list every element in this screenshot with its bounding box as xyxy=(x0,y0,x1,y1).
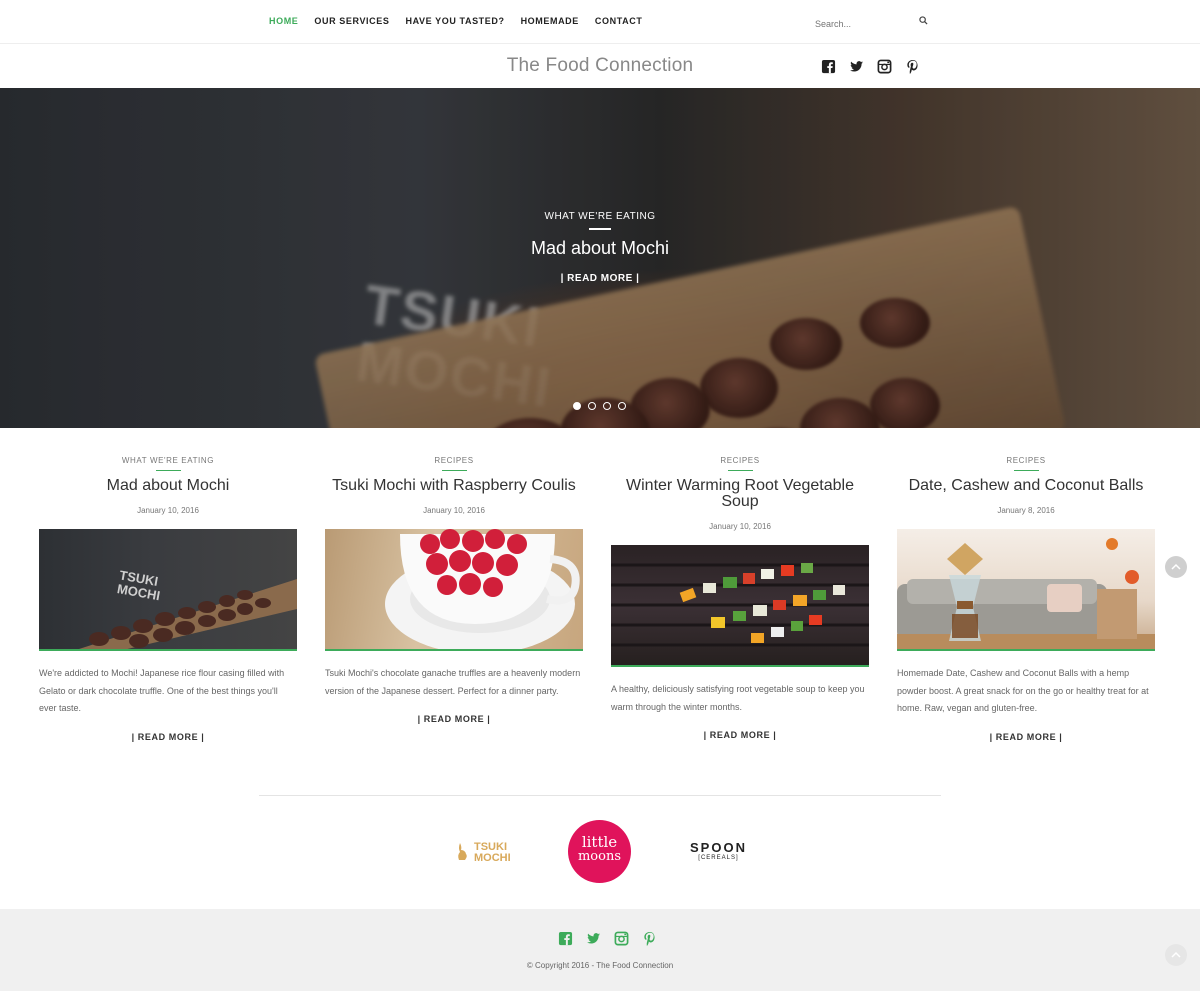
pinterest-icon[interactable] xyxy=(642,931,657,946)
chevron-up-icon xyxy=(1171,951,1181,958)
post-category[interactable]: WHAT WE'RE EATING xyxy=(39,456,297,465)
post-excerpt: We're addicted to Mochi! Japanese rice f… xyxy=(39,668,285,713)
post-category[interactable]: RECIPES xyxy=(325,456,583,465)
section-divider xyxy=(259,795,941,796)
post-title[interactable]: Date, Cashew and Coconut Balls xyxy=(897,478,1155,494)
post-image-mochi-board: TSUKI MOCHI xyxy=(79,567,297,649)
post-date: January 10, 2016 xyxy=(709,522,771,531)
hero-caption: WHAT WE'RE EATING Mad about Mochi | READ… xyxy=(0,211,1200,284)
post-excerpt: A healthy, deliciously satisfying root v… xyxy=(611,684,865,712)
read-more-button[interactable]: | READ MORE | xyxy=(39,732,297,742)
tsuki-line-2: MOCHI xyxy=(474,852,511,864)
slider-dot-4[interactable] xyxy=(618,402,626,410)
post-excerpt: Homemade Date, Cashew and Coconut Balls … xyxy=(897,668,1149,713)
site-title[interactable]: The Food Connection xyxy=(0,55,1200,77)
search-icon[interactable] xyxy=(919,16,928,25)
post-image-coffee-chemex xyxy=(897,538,1155,649)
hero-title[interactable]: Mad about Mochi xyxy=(0,238,1200,259)
twitter-icon[interactable] xyxy=(586,931,601,946)
search-box xyxy=(815,14,930,30)
post-image[interactable] xyxy=(325,529,583,651)
partner-logos: TSUKI MOCHI little moons SPOON [CEREALS] xyxy=(0,818,1200,888)
nav-item-our-services[interactable]: OUR SERVICES xyxy=(314,16,389,26)
slider-dot-1[interactable] xyxy=(573,402,581,410)
post-divider xyxy=(727,470,753,471)
spoon-line-2: [CEREALS] xyxy=(698,855,739,861)
post-card: RECIPES Date, Cashew and Coconut Balls J… xyxy=(897,450,1155,742)
hero-read-more-button[interactable]: | READ MORE | xyxy=(0,273,1200,284)
post-image-vegetable-skewers xyxy=(611,563,869,647)
slider-dot-3[interactable] xyxy=(603,402,611,410)
top-navigation: HOME OUR SERVICES HAVE YOU TASTED? HOMEM… xyxy=(0,0,1200,44)
little-moons-line-2: moons xyxy=(577,849,622,864)
scroll-up-button[interactable] xyxy=(1165,556,1187,578)
twitter-icon[interactable] xyxy=(849,59,864,74)
instagram-icon[interactable] xyxy=(877,59,892,74)
post-card: RECIPES Tsuki Mochi with Raspberry Couli… xyxy=(325,450,583,724)
post-card: RECIPES Winter Warming Root Vegetable So… xyxy=(611,450,869,740)
post-grid: WHAT WE'RE EATING Mad about Mochi Januar… xyxy=(39,450,1159,770)
post-category[interactable]: RECIPES xyxy=(897,456,1155,465)
hero-divider xyxy=(589,228,611,230)
spoon-cereals-logo[interactable]: SPOON [CEREALS] xyxy=(690,840,747,861)
copyright-text: © Copyright 2016 - The Food Connection xyxy=(526,961,674,970)
footer-social-links xyxy=(558,931,657,946)
site-header: The Food Connection xyxy=(0,45,1200,88)
facebook-icon[interactable] xyxy=(558,931,573,946)
search-input[interactable] xyxy=(815,19,915,29)
post-image[interactable] xyxy=(611,545,869,667)
hero-slider[interactable]: TSUKIMOCHI WHAT WE'RE EATING Mad about M… xyxy=(0,88,1200,428)
post-title[interactable]: Tsuki Mochi with Raspberry Coulis xyxy=(325,478,583,494)
post-card: WHAT WE'RE EATING Mad about Mochi Januar… xyxy=(39,450,297,742)
hero-category[interactable]: WHAT WE'RE EATING xyxy=(0,211,1200,222)
nav-item-homemade[interactable]: HOMEMADE xyxy=(521,16,579,26)
footer: © Copyright 2016 - The Food Connection xyxy=(0,909,1200,991)
main-menu: HOME OUR SERVICES HAVE YOU TASTED? HOMEM… xyxy=(269,16,658,26)
read-more-button[interactable]: | READ MORE | xyxy=(325,714,583,724)
post-date: January 8, 2016 xyxy=(997,506,1055,515)
post-image[interactable] xyxy=(897,529,1155,651)
post-image-raspberries xyxy=(385,529,580,649)
little-moons-logo[interactable]: little moons xyxy=(568,820,631,883)
nav-item-contact[interactable]: CONTACT xyxy=(595,16,643,26)
post-excerpt: Tsuki Mochi's chocolate ganache truffles… xyxy=(325,668,581,696)
post-divider xyxy=(441,470,467,471)
facebook-icon[interactable] xyxy=(821,59,836,74)
little-moons-line-1: little xyxy=(581,833,618,851)
post-title[interactable]: Winter Warming Root Vegetable Soup xyxy=(611,478,869,510)
back-to-top-button[interactable] xyxy=(1165,944,1187,966)
spoon-line-1: SPOON xyxy=(690,840,747,855)
post-divider xyxy=(1013,470,1039,471)
rabbit-icon xyxy=(458,843,467,860)
post-date: January 10, 2016 xyxy=(137,506,199,515)
header-social-links xyxy=(821,59,920,74)
slider-dot-2[interactable] xyxy=(588,402,596,410)
post-image[interactable]: TSUKI MOCHI xyxy=(39,529,297,651)
slider-pagination xyxy=(573,402,626,410)
post-title[interactable]: Mad about Mochi xyxy=(39,478,297,494)
post-category[interactable]: RECIPES xyxy=(611,456,869,465)
post-divider xyxy=(155,470,181,471)
instagram-icon[interactable] xyxy=(614,931,629,946)
post-date: January 10, 2016 xyxy=(423,506,485,515)
read-more-button[interactable]: | READ MORE | xyxy=(897,732,1155,742)
pinterest-icon[interactable] xyxy=(905,59,920,74)
nav-item-home[interactable]: HOME xyxy=(269,16,298,26)
chevron-up-icon xyxy=(1171,563,1181,570)
read-more-button[interactable]: | READ MORE | xyxy=(611,730,869,740)
nav-item-have-you-tasted[interactable]: HAVE YOU TASTED? xyxy=(405,16,504,26)
